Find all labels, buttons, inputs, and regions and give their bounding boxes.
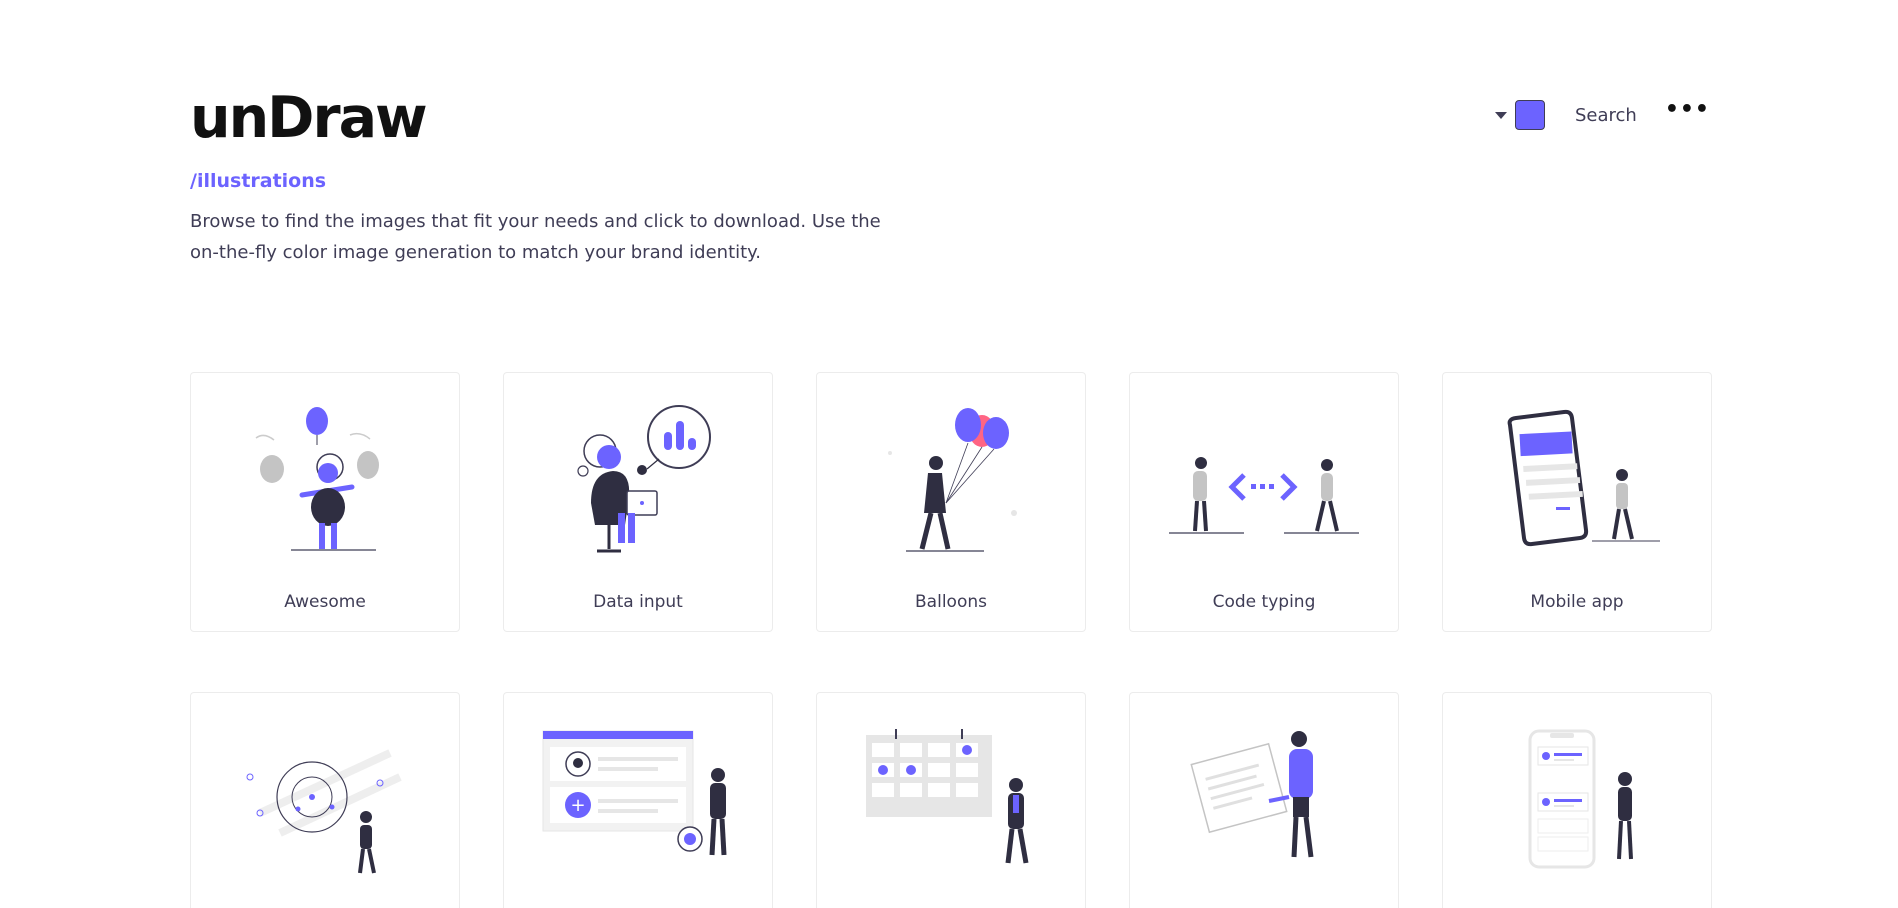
illustration-card-balloons[interactable]: Balloons: [816, 372, 1086, 632]
illustration-card-code-typing[interactable]: Code typing: [1129, 372, 1399, 632]
calendar-illustration-icon: [866, 729, 1029, 864]
card-title: Code typing: [1212, 592, 1316, 612]
illustrations-link[interactable]: /illustrations: [190, 170, 326, 192]
color-picker-swatch[interactable]: [1514, 100, 1545, 130]
chevron-down-icon[interactable]: [1494, 111, 1507, 119]
mobile-app-illustration-icon: [1507, 409, 1660, 547]
document-illustration-icon: [1190, 731, 1314, 858]
profile-list-illustration-icon: +: [542, 730, 727, 856]
card-title: Mobile app: [1530, 592, 1624, 612]
card-title: Data input: [593, 592, 683, 612]
illustration-card-profile-list[interactable]: +: [503, 692, 773, 908]
illustration-card-calendar[interactable]: [816, 692, 1086, 908]
illustration-card-awesome[interactable]: Awesome: [190, 372, 460, 632]
code-typing-illustration-icon: [1169, 457, 1359, 534]
card-title: Awesome: [284, 592, 366, 612]
illustration-card-document[interactable]: [1129, 692, 1399, 908]
more-menu-button[interactable]: •••: [1665, 99, 1710, 125]
illustration-grid: Awesome Data input Balloons Code typing …: [190, 372, 1712, 908]
undraw-logo[interactable]: unDraw: [190, 78, 1710, 158]
balloons-illustration-icon: [888, 408, 1017, 552]
phone-list-illustration-icon: [1528, 729, 1633, 869]
illustration-card-phone-list[interactable]: [1442, 692, 1712, 908]
awesome-illustration-icon: [255, 407, 379, 551]
illustration-card-target[interactable]: [190, 692, 460, 908]
illustration-card-data-input[interactable]: Data input: [503, 372, 773, 632]
card-title: Balloons: [915, 592, 987, 612]
page-description: Browse to find the images that fit your …: [190, 211, 881, 263]
svg-text:+: +: [570, 795, 585, 816]
toolbar: Search •••: [1494, 99, 1710, 130]
search-button[interactable]: Search: [1575, 105, 1637, 126]
page-header: unDraw /illustrations Browse to find the…: [190, 78, 1710, 268]
data-input-illustration-icon: [577, 405, 711, 553]
target-illustration-icon: [246, 749, 402, 874]
illustration-card-mobile-app[interactable]: Mobile app: [1442, 372, 1712, 632]
